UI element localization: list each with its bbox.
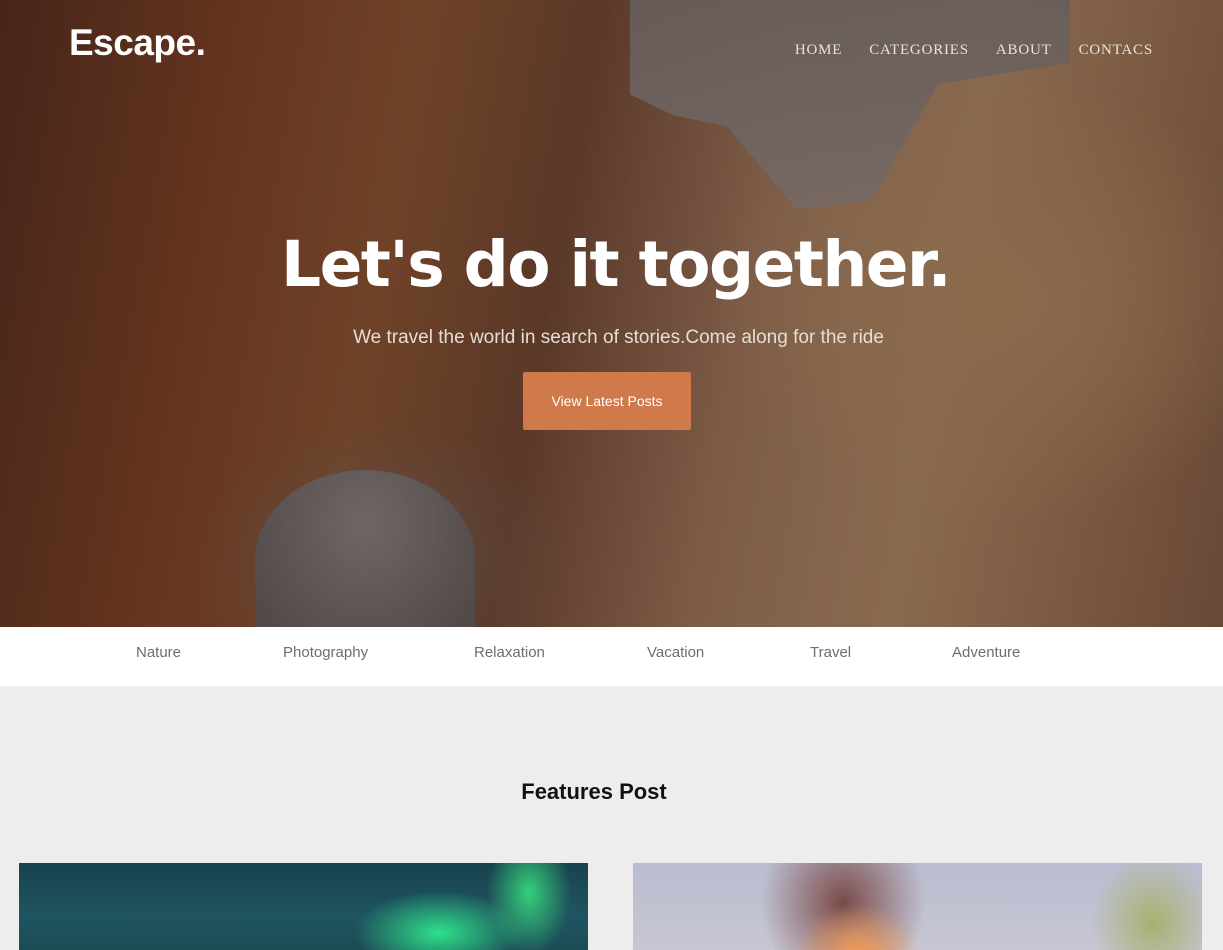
nav-about[interactable]: ABOUT <box>996 42 1052 59</box>
hero-overlay <box>0 0 1223 627</box>
feature-post-aurora-image[interactable] <box>19 863 588 950</box>
category-travel[interactable]: Travel <box>810 644 851 661</box>
hero-subtitle: We travel the world in search of stories… <box>353 327 884 348</box>
category-vacation[interactable]: Vacation <box>647 644 704 661</box>
feature-post-lantern-image[interactable] <box>633 863 1202 950</box>
main-nav: HOME CATEGORIES ABOUT CONTACS <box>795 42 1153 59</box>
category-relaxation[interactable]: Relaxation <box>474 644 545 661</box>
nav-categories[interactable]: CATEGORIES <box>869 42 969 59</box>
category-bar: Nature Photography Relaxation Vacation T… <box>0 627 1223 686</box>
features-title: Features Post <box>521 779 667 804</box>
hero-banner: Escape. HOME CATEGORIES ABOUT CONTACS Le… <box>0 0 1223 627</box>
nav-contacts[interactable]: CONTACS <box>1079 42 1153 59</box>
hero-title: Let's do it together. <box>280 228 952 301</box>
view-latest-posts-button[interactable]: View Latest Posts <box>523 372 691 430</box>
site-logo[interactable]: Escape. <box>69 22 206 64</box>
category-adventure[interactable]: Adventure <box>952 644 1020 661</box>
nav-home[interactable]: HOME <box>795 42 842 59</box>
category-photography[interactable]: Photography <box>283 644 368 661</box>
category-nature[interactable]: Nature <box>136 644 181 661</box>
